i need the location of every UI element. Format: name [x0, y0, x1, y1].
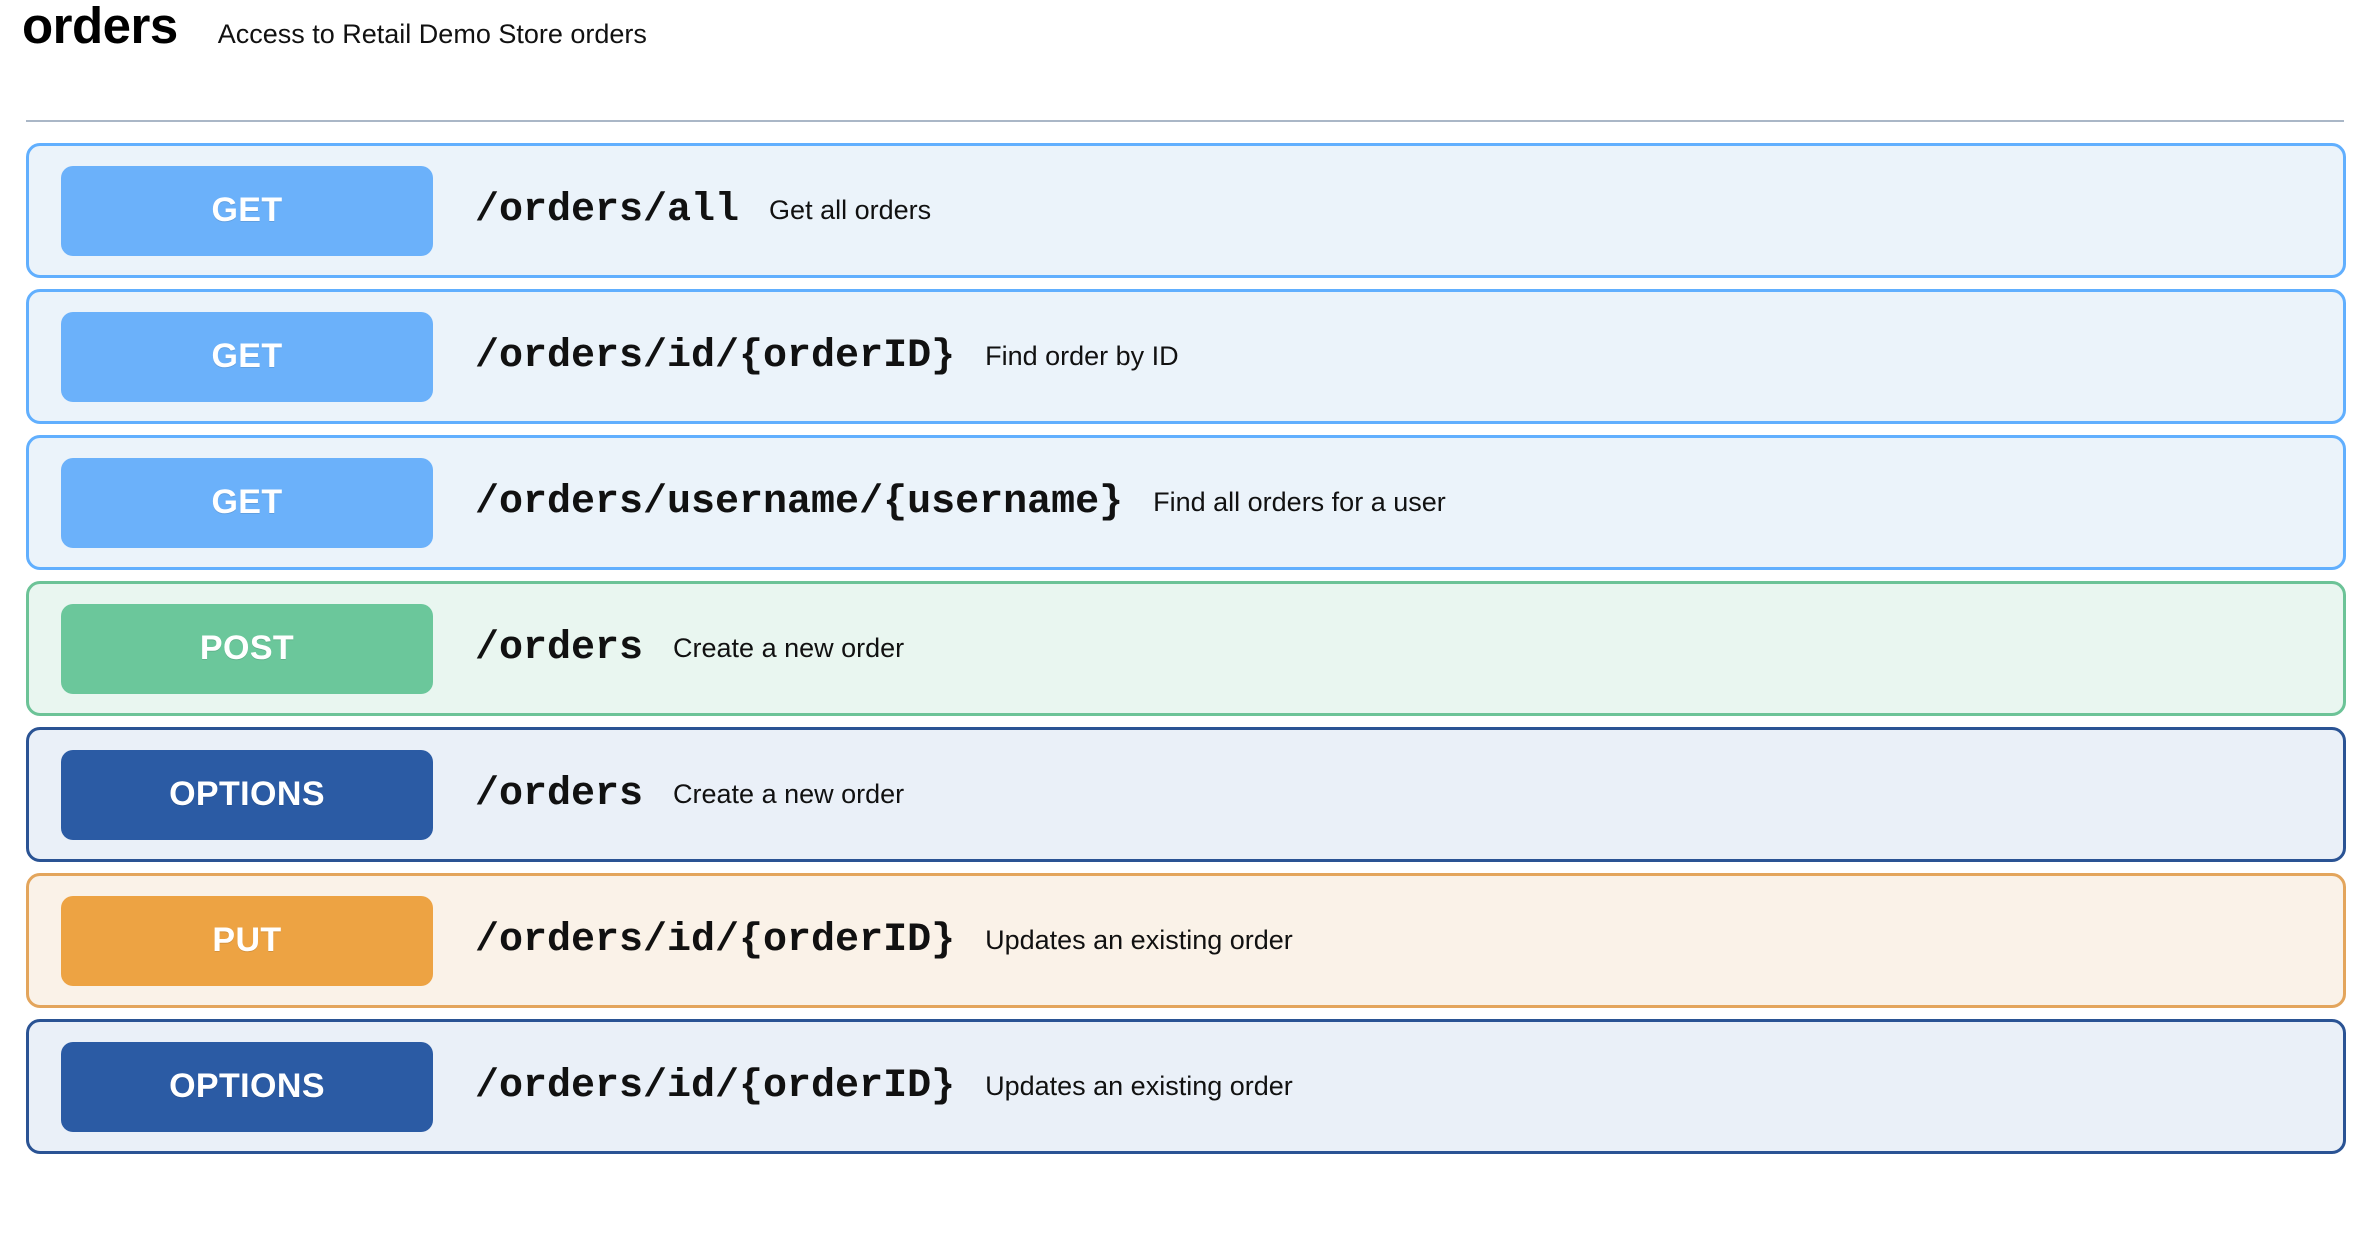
operation-path: /orders/id/{orderID}	[475, 334, 956, 379]
operation-path: /orders/id/{orderID}	[475, 918, 956, 963]
tag-header[interactable]: orders Access to Retail Demo Store order…	[0, 0, 2370, 100]
operation-summary: Updates an existing order	[985, 925, 1293, 955]
operation-path: /orders/id/{orderID}	[475, 1064, 956, 1109]
operation-row[interactable]: GET/orders/all Get all orders	[26, 143, 2346, 278]
method-badge[interactable]: OPTIONS	[61, 749, 433, 840]
operation-row[interactable]: OPTIONS/orders Create a new order	[26, 727, 2346, 862]
operation-summary: Updates an existing order	[985, 1071, 1293, 1101]
method-badge[interactable]: GET	[61, 457, 433, 548]
operation-path: /orders/username/{username}	[475, 480, 1124, 525]
operation-row[interactable]: GET/orders/id/{orderID} Find order by ID	[26, 289, 2346, 424]
operation-summary: Find order by ID	[985, 341, 1179, 371]
operations-list: GET/orders/all Get all orders GET/orders/i…	[26, 143, 2346, 1165]
operation-path: /orders	[475, 772, 644, 817]
method-badge[interactable]: PUT	[61, 895, 433, 986]
operation-row[interactable]: POST/orders Create a new order	[26, 581, 2346, 716]
operation-row[interactable]: PUT/orders/id/{orderID} Updates an existi…	[26, 873, 2346, 1008]
method-badge[interactable]: GET	[61, 311, 433, 402]
operation-path: /orders	[475, 626, 644, 671]
operation-summary: Get all orders	[769, 195, 932, 225]
operation-summary: Create a new order	[673, 633, 905, 663]
operation-row[interactable]: GET/orders/username/{username} Find all o…	[26, 435, 2346, 570]
tag-title: orders	[22, 0, 178, 54]
method-badge[interactable]: GET	[61, 165, 433, 256]
swagger-tag-section: orders Access to Retail Demo Store order…	[0, 0, 2370, 1244]
method-badge[interactable]: POST	[61, 603, 433, 694]
tag-description: Access to Retail Demo Store orders	[217, 19, 647, 49]
operation-path: /orders/all	[475, 188, 740, 233]
operation-summary: Find all orders for a user	[1153, 487, 1446, 517]
operation-row[interactable]: OPTIONS/orders/id/{orderID} Updates an ex…	[26, 1019, 2346, 1154]
tag-divider	[26, 120, 2344, 122]
method-badge[interactable]: OPTIONS	[61, 1041, 433, 1132]
operation-summary: Create a new order	[673, 779, 905, 809]
